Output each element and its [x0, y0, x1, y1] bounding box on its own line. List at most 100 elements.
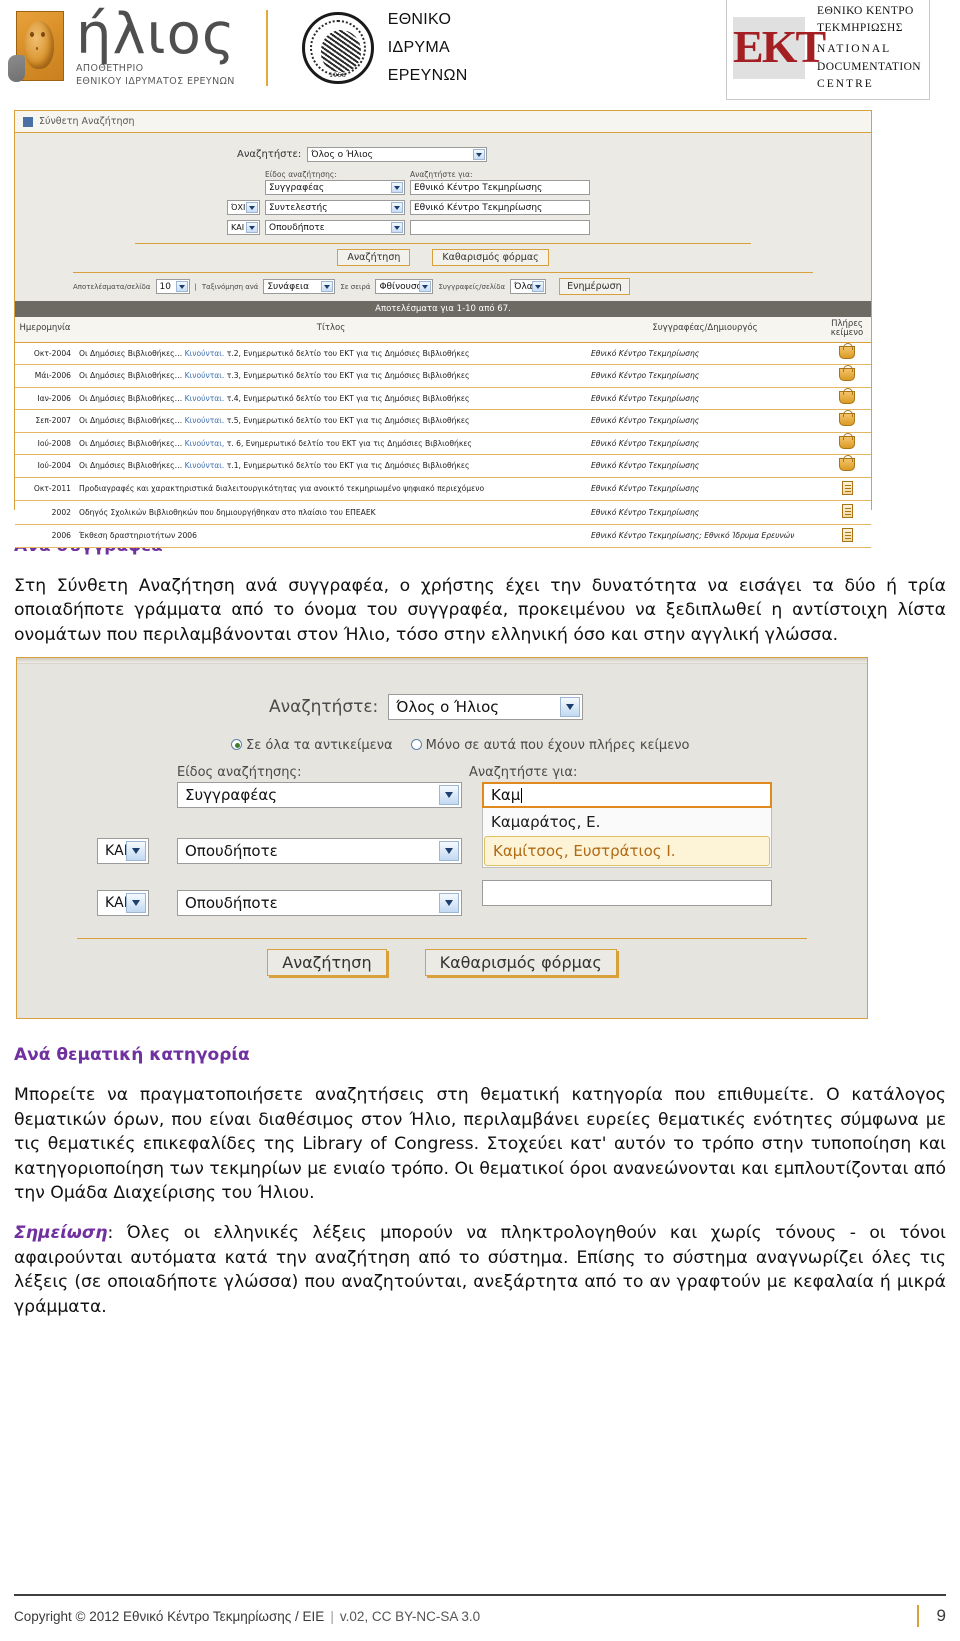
chevron-down-icon[interactable] [126, 893, 146, 914]
sortby-select[interactable]: Συνάφεια [263, 279, 336, 294]
cell-title[interactable]: Οι Δημόσιες Βιβλιοθήκες… Κινούνται. τ.1,… [75, 454, 587, 478]
cell-author[interactable]: Εθνικό Κέντρο Τεκμηρίωσης [587, 432, 823, 456]
col-header-fulltext[interactable]: Πλήρες κείμενο [823, 317, 871, 343]
cell-fulltext[interactable] [823, 500, 871, 525]
chevron-down-icon[interactable] [391, 202, 403, 213]
col-header-date[interactable]: Ημερομηνία [15, 317, 75, 343]
criteria-bool-select-3[interactable]: ΚΑΙ [227, 220, 260, 235]
cell-fulltext[interactable] [823, 342, 871, 366]
chevron-down-icon[interactable] [391, 222, 403, 233]
autocomplete-item-highlighted[interactable]: Καμίτσος, Ευστράτιος Ι. [484, 836, 770, 867]
order-select[interactable]: Φθίνουσα [375, 279, 434, 294]
search-scope-select[interactable]: Όλος ο Ήλιος [307, 147, 488, 162]
table-row[interactable]: 2002 Οδηγός Σχολικών Βιβλιοθηκών που δημι… [15, 500, 871, 525]
cell-author[interactable]: Εθνικό Κέντρο Τεκμηρίωσης; Εθνικό Ίδρυμα… [587, 524, 823, 549]
table-row[interactable]: Οκτ-2004 Οι Δημόσιες Βιβλιοθήκες… Κινούντ… [15, 342, 871, 366]
col-header-author[interactable]: Συγγραφέας/Δημιουργός [587, 317, 823, 343]
s2-type-select-1[interactable]: Συγγραφέας [177, 782, 462, 809]
s2-clear-form-button[interactable]: Καθαρισμός φόρμας [424, 949, 617, 977]
chevron-down-icon[interactable] [473, 149, 486, 160]
cell-author[interactable]: Εθνικό Κέντρο Τεκμηρίωσης [587, 364, 823, 388]
radio-option-fulltext[interactable]: Μόνο σε αυτά που έχουν πλήρες κείμενο [410, 738, 689, 753]
cell-fulltext[interactable] [823, 477, 871, 502]
s2-type-select-3[interactable]: Οπουδήποτε [177, 890, 462, 917]
s2-bool-select-3[interactable]: ΚΑΙ [97, 890, 149, 917]
table-row[interactable]: Σεπ-2007 Οι Δημόσιες Βιβλιοθήκες… Κινούντ… [15, 409, 871, 433]
cell-fulltext[interactable] [823, 524, 871, 549]
criteria-value-input-1[interactable]: Εθνικό Κέντρο Τεκμηρίωσης [410, 180, 590, 195]
criteria-bool-select-2[interactable]: ΌΧΙ [227, 200, 260, 215]
cell-title[interactable]: Οι Δημόσιες Βιβλιοθήκες… Κινούνται. τ.5,… [75, 409, 587, 433]
criteria-value-input-3[interactable] [410, 220, 590, 235]
chevron-down-icon[interactable] [560, 697, 581, 718]
radio-option-all[interactable]: Σε όλα τα αντικείμενα [231, 738, 397, 753]
criteria-value-input-2[interactable]: Εθνικό Κέντρο Τεκμηρίωσης [410, 200, 590, 215]
basket-icon[interactable] [839, 410, 855, 427]
chevron-down-icon[interactable] [439, 785, 459, 806]
chevron-down-icon[interactable] [175, 281, 188, 292]
doc-icon[interactable] [841, 527, 853, 542]
table-row[interactable]: 2006 Έκθεση δραστηριοτήτων 2006 Εθνικό Κέν… [15, 524, 871, 549]
chevron-down-icon[interactable] [391, 182, 403, 193]
cell-fulltext[interactable] [823, 454, 871, 478]
chevron-down-icon[interactable] [126, 841, 146, 862]
autocomplete-dropdown[interactable]: Καμαράτος, Ε. Καμίτσος, Ευστράτιος Ι. [482, 808, 772, 869]
cell-title[interactable]: Οι Δημόσιες Βιβλιοθήκες… Κινούνται, τ. 6… [75, 432, 587, 456]
authors-select[interactable]: Όλα [510, 279, 547, 294]
cell-author[interactable]: Εθνικό Κέντρο Τεκμηρίωσης [587, 342, 823, 366]
search-scope-row: Αναζητήστε: Όλος ο Ήλιος [15, 147, 871, 162]
chevron-down-icon[interactable] [532, 281, 545, 292]
table-row[interactable]: Μάι-2006 Οι Δημόσιες Βιβλιοθήκες… Κινούντ… [15, 364, 871, 388]
radio-all-icon[interactable] [231, 739, 242, 751]
criteria-type-select-2[interactable]: Συντελεστής [265, 200, 405, 215]
s2-bool-select-2[interactable]: ΚΑΙ [97, 838, 149, 865]
chevron-down-icon[interactable] [321, 281, 334, 292]
basket-icon[interactable] [839, 455, 855, 472]
radio-fulltext-icon[interactable] [410, 739, 422, 751]
cell-title[interactable]: Έκθεση δραστηριοτήτων 2006 [75, 524, 587, 549]
chevron-down-icon[interactable] [419, 281, 432, 292]
cell-title[interactable]: Προδιαγραφές και χαρακτηριστικά διαλειτο… [75, 477, 587, 502]
chevron-down-icon[interactable] [439, 893, 459, 914]
cell-title[interactable]: Οι Δημόσιες Βιβλιοθήκες… Κινούνται. τ.4,… [75, 387, 587, 411]
cell-title[interactable]: Οι Δημόσιες Βιβλιοθήκες… Κινούνται. τ.2,… [75, 342, 587, 366]
s2-search-scope-select[interactable]: Όλος ο Ήλιος [388, 694, 584, 721]
search-scope-value: Όλος ο Ήλιος [311, 149, 373, 160]
basket-icon[interactable] [839, 387, 855, 404]
search-button[interactable]: Αναζήτηση [337, 249, 411, 266]
cell-author[interactable]: Εθνικό Κέντρο Τεκμηρίωσης [587, 409, 823, 433]
cell-title[interactable]: Οι Δημόσιες Βιβλιοθήκες… Κινούνται. τ.3,… [75, 364, 587, 388]
s2-author-input[interactable]: Καμ [482, 782, 772, 809]
perpage-select[interactable]: 10 [155, 279, 190, 294]
autocomplete-item[interactable]: Καμαράτος, Ε. [483, 808, 771, 836]
cell-author[interactable]: Εθνικό Κέντρο Τεκμηρίωσης [587, 454, 823, 478]
s2-type-select-2[interactable]: Οπουδήποτε [177, 838, 462, 865]
cell-fulltext[interactable] [823, 364, 871, 388]
criteria-type-select-1[interactable]: Συγγραφέας [265, 180, 405, 195]
cell-fulltext[interactable] [823, 409, 871, 433]
basket-icon[interactable] [839, 432, 855, 449]
s2-search-button[interactable]: Αναζήτηση [267, 949, 387, 977]
clear-form-button[interactable]: Καθαρισμός φόρμας [432, 249, 549, 266]
cell-fulltext[interactable] [823, 387, 871, 411]
criteria-type-select-3[interactable]: Οπουδήποτε [265, 220, 405, 235]
chevron-down-icon[interactable] [246, 222, 258, 233]
col-header-title[interactable]: Τίτλος [75, 317, 587, 343]
update-button[interactable]: Ενημέρωση [559, 278, 630, 295]
basket-icon[interactable] [839, 342, 855, 359]
chevron-down-icon[interactable] [439, 841, 459, 862]
basket-icon[interactable] [839, 365, 855, 382]
table-row[interactable]: Ιαν-2006 Οι Δημόσιες Βιβλιοθήκες… Κινούντ… [15, 387, 871, 411]
cell-fulltext[interactable] [823, 432, 871, 456]
cell-author[interactable]: Εθνικό Κέντρο Τεκμηρίωσης [587, 477, 823, 502]
doc-icon[interactable] [841, 480, 853, 495]
doc-icon[interactable] [841, 504, 853, 519]
cell-author[interactable]: Εθνικό Κέντρο Τεκμηρίωσης [587, 387, 823, 411]
cell-author[interactable]: Εθνικό Κέντρο Τεκμηρίωσης [587, 500, 823, 525]
chevron-down-icon[interactable] [246, 202, 258, 213]
table-row[interactable]: Οκτ-2011 Προδιαγραφές και χαρακτηριστικά … [15, 477, 871, 502]
table-row[interactable]: Ιού-2008 Οι Δημόσιες Βιβλιοθήκες… Κινούντ… [15, 432, 871, 456]
cell-title[interactable]: Οδηγός Σχολικών Βιβλιοθηκών που δημιουργ… [75, 500, 587, 525]
s2-value-input-3[interactable] [482, 880, 772, 907]
table-row[interactable]: Ιού-2004 Οι Δημόσιες Βιβλιοθήκες… Κινούντ… [15, 454, 871, 478]
